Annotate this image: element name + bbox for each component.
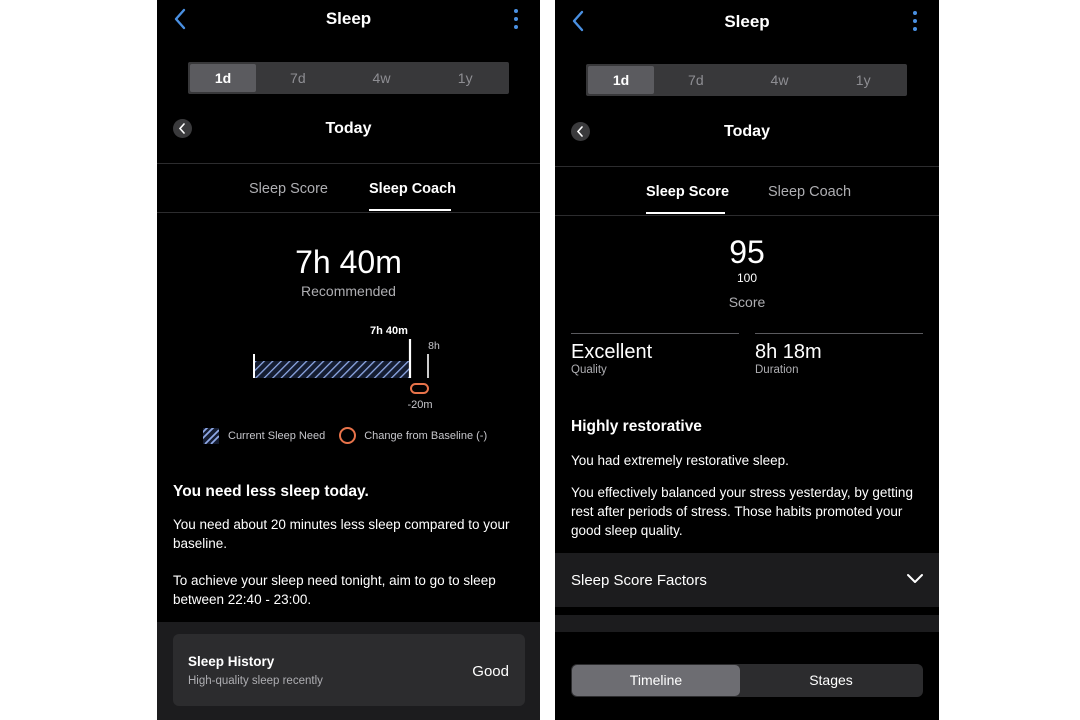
range-1d[interactable]: 1d (588, 66, 654, 94)
duration-label: Duration (755, 364, 799, 376)
range-1y[interactable]: 1y (821, 66, 905, 94)
timeline-stages-toggle: Timeline Stages (571, 664, 923, 697)
recommended-duration: 7h 40m (295, 244, 402, 280)
date-label: Today (724, 123, 770, 140)
divider (755, 333, 923, 334)
range-selector: 1d 7d 4w 1y (586, 64, 907, 96)
sleep-score-max: 100 (736, 271, 758, 285)
active-tab-indicator (646, 212, 725, 214)
sleep-history-card[interactable]: Sleep History High-quality sleep recentl… (173, 634, 525, 706)
coach-paragraph-2: To achieve your sleep need tonight, aim … (173, 573, 496, 607)
segment-timeline[interactable]: Timeline (572, 665, 740, 696)
coach-paragraph-1: You need about 20 minutes less sleep com… (173, 517, 510, 551)
more-options-icon[interactable] (512, 9, 520, 29)
segment-stages[interactable]: Stages (740, 665, 922, 696)
range-4w[interactable]: 4w (340, 64, 424, 92)
tab-sleep-coach[interactable]: Sleep Coach (768, 184, 851, 200)
baseline-tick-label: 8h (428, 340, 440, 352)
history-title: Sleep History (188, 654, 275, 669)
score-paragraph-1: You had extremely restorative sleep. (571, 453, 789, 468)
sleep-need-bar: 7h 40m 8h -20m (253, 325, 440, 411)
duration-value: 8h 18m (755, 341, 822, 363)
change-label: -20m (407, 399, 432, 411)
history-value: Good (472, 663, 509, 680)
divider (157, 163, 540, 164)
divider (555, 166, 939, 167)
tab-sleep-score[interactable]: Sleep Score (249, 181, 328, 197)
chevron-down-icon (907, 574, 923, 583)
quality-label: Quality (571, 364, 607, 376)
section-gap (555, 615, 939, 632)
coach-headline: You need less sleep today. (173, 483, 369, 500)
page-title: Sleep (325, 9, 372, 28)
sleep-need-hatch (254, 361, 410, 378)
tab-sleep-coach[interactable]: Sleep Coach (369, 181, 456, 197)
page-title: Sleep (724, 12, 770, 31)
range-4w[interactable]: 4w (738, 66, 822, 94)
sleep-score-screen: Sleep 1d 7d 4w 1y Today Sleep Score Slee… (555, 0, 939, 720)
range-selector: 1d 7d 4w 1y (188, 62, 509, 94)
legend-need: Current Sleep Need (228, 429, 326, 442)
quality-value: Excellent (571, 341, 653, 363)
factors-label: Sleep Score Factors (571, 572, 707, 589)
need-tick-label: 7h 40m (370, 325, 408, 337)
sleep-coach-screen: Sleep 1d 7d 4w 1y Today Sleep Score Slee… (157, 0, 540, 720)
change-ring-icon (339, 427, 357, 444)
divider (157, 212, 540, 213)
divider (555, 215, 939, 216)
sleep-score-factors-row[interactable]: Sleep Score Factors (555, 553, 939, 607)
date-label: Today (325, 120, 372, 137)
score-headline: Highly restorative (571, 418, 702, 435)
range-1y[interactable]: 1y (423, 64, 507, 92)
sleep-score-value: 95 (729, 234, 765, 270)
change-marker (410, 383, 429, 394)
hatch-swatch-icon (203, 427, 219, 444)
range-7d[interactable]: 7d (654, 66, 738, 94)
recommended-label: Recommended (301, 283, 396, 299)
range-7d[interactable]: 7d (256, 64, 340, 92)
sleep-score-label: Score (728, 294, 766, 310)
more-options-icon[interactable] (911, 11, 919, 31)
divider (571, 333, 739, 334)
tab-sleep-score[interactable]: Sleep Score (646, 184, 729, 200)
active-tab-indicator (369, 209, 451, 211)
chart-legend: Current Sleep Need Change from Baseline … (203, 427, 487, 444)
score-paragraph-2: You effectively balanced your stress yes… (571, 485, 913, 538)
range-1d[interactable]: 1d (190, 64, 256, 92)
history-subtitle: High-quality sleep recently (188, 675, 323, 687)
legend-change: Change from Baseline (-) (364, 429, 488, 442)
